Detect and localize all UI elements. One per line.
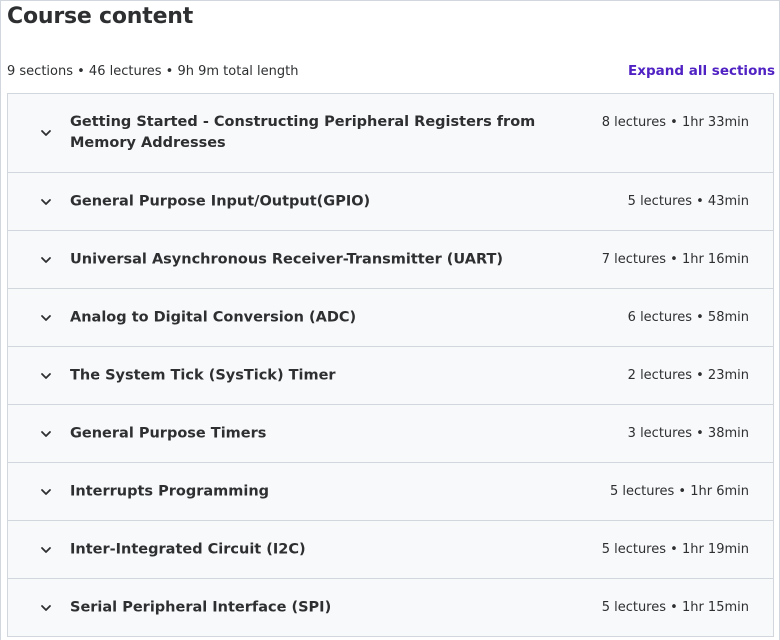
- chevron-down-icon: [40, 254, 52, 266]
- section-title: Universal Asynchronous Receiver-Transmit…: [70, 251, 503, 267]
- section-info: 8 lectures • 1hr 33min: [601, 115, 749, 130]
- expand-all-sections-button[interactable]: Expand all sections: [628, 62, 775, 80]
- chevron-down-icon: [40, 312, 52, 324]
- section-info: 5 lectures • 1hr 6min: [609, 483, 749, 499]
- section-header[interactable]: Serial Peripheral Interface (SPI) 5 lect…: [8, 579, 773, 637]
- section-info: 6 lectures • 58min: [627, 309, 749, 325]
- chevron-down-icon: [40, 486, 52, 498]
- section-title: Getting Started - Constructing Periphera…: [70, 114, 536, 151]
- section-header[interactable]: General Purpose Timers 3 lectures • 38mi…: [8, 405, 773, 463]
- section-header[interactable]: Inter-Integrated Circuit (I2C) 5 lecture…: [8, 521, 773, 579]
- section-info: 5 lectures • 43min: [627, 193, 749, 209]
- section-info: 7 lectures • 1hr 16min: [601, 251, 749, 267]
- section-header[interactable]: Interrupts Programming 5 lectures • 1hr …: [8, 463, 773, 521]
- chevron-down-icon: [40, 544, 52, 556]
- section-title: Analog to Digital Conversion (ADC): [70, 309, 357, 325]
- section-title: General Purpose Input/Output(GPIO): [70, 193, 371, 209]
- section-header[interactable]: Analog to Digital Conversion (ADC) 6 lec…: [8, 289, 773, 347]
- chevron-down-icon: [40, 370, 52, 382]
- section-info: 3 lectures • 38min: [627, 425, 749, 441]
- course-summary: 9 sections • 46 lectures • 9h 9m total l…: [7, 64, 299, 79]
- section-title: Serial Peripheral Interface (SPI): [70, 599, 332, 615]
- section-header[interactable]: Getting Started - Constructing Periphera…: [8, 94, 773, 173]
- section-header[interactable]: Universal Asynchronous Receiver-Transmit…: [8, 231, 773, 289]
- page-title: Course content: [7, 4, 194, 29]
- section-title: The System Tick (SysTick) Timer: [70, 367, 336, 383]
- section-info: 5 lectures • 1hr 15min: [601, 599, 749, 615]
- section-title: Inter-Integrated Circuit (I2C): [70, 541, 306, 557]
- sections-list: Getting Started - Constructing Periphera…: [7, 93, 774, 637]
- section-header[interactable]: General Purpose Input/Output(GPIO) 5 lec…: [8, 173, 773, 231]
- section-title: General Purpose Timers: [70, 425, 267, 441]
- section-header[interactable]: The System Tick (SysTick) Timer 2 lectur…: [8, 347, 773, 405]
- section-info: 5 lectures • 1hr 19min: [601, 541, 749, 557]
- chevron-down-icon: [40, 602, 52, 614]
- course-content-panel: Course content 9 sections • 46 lectures …: [0, 0, 780, 640]
- chevron-down-icon: [40, 127, 52, 139]
- section-info: 2 lectures • 23min: [627, 367, 749, 383]
- section-title: Interrupts Programming: [70, 483, 270, 499]
- chevron-down-icon: [40, 428, 52, 440]
- chevron-down-icon: [40, 196, 52, 208]
